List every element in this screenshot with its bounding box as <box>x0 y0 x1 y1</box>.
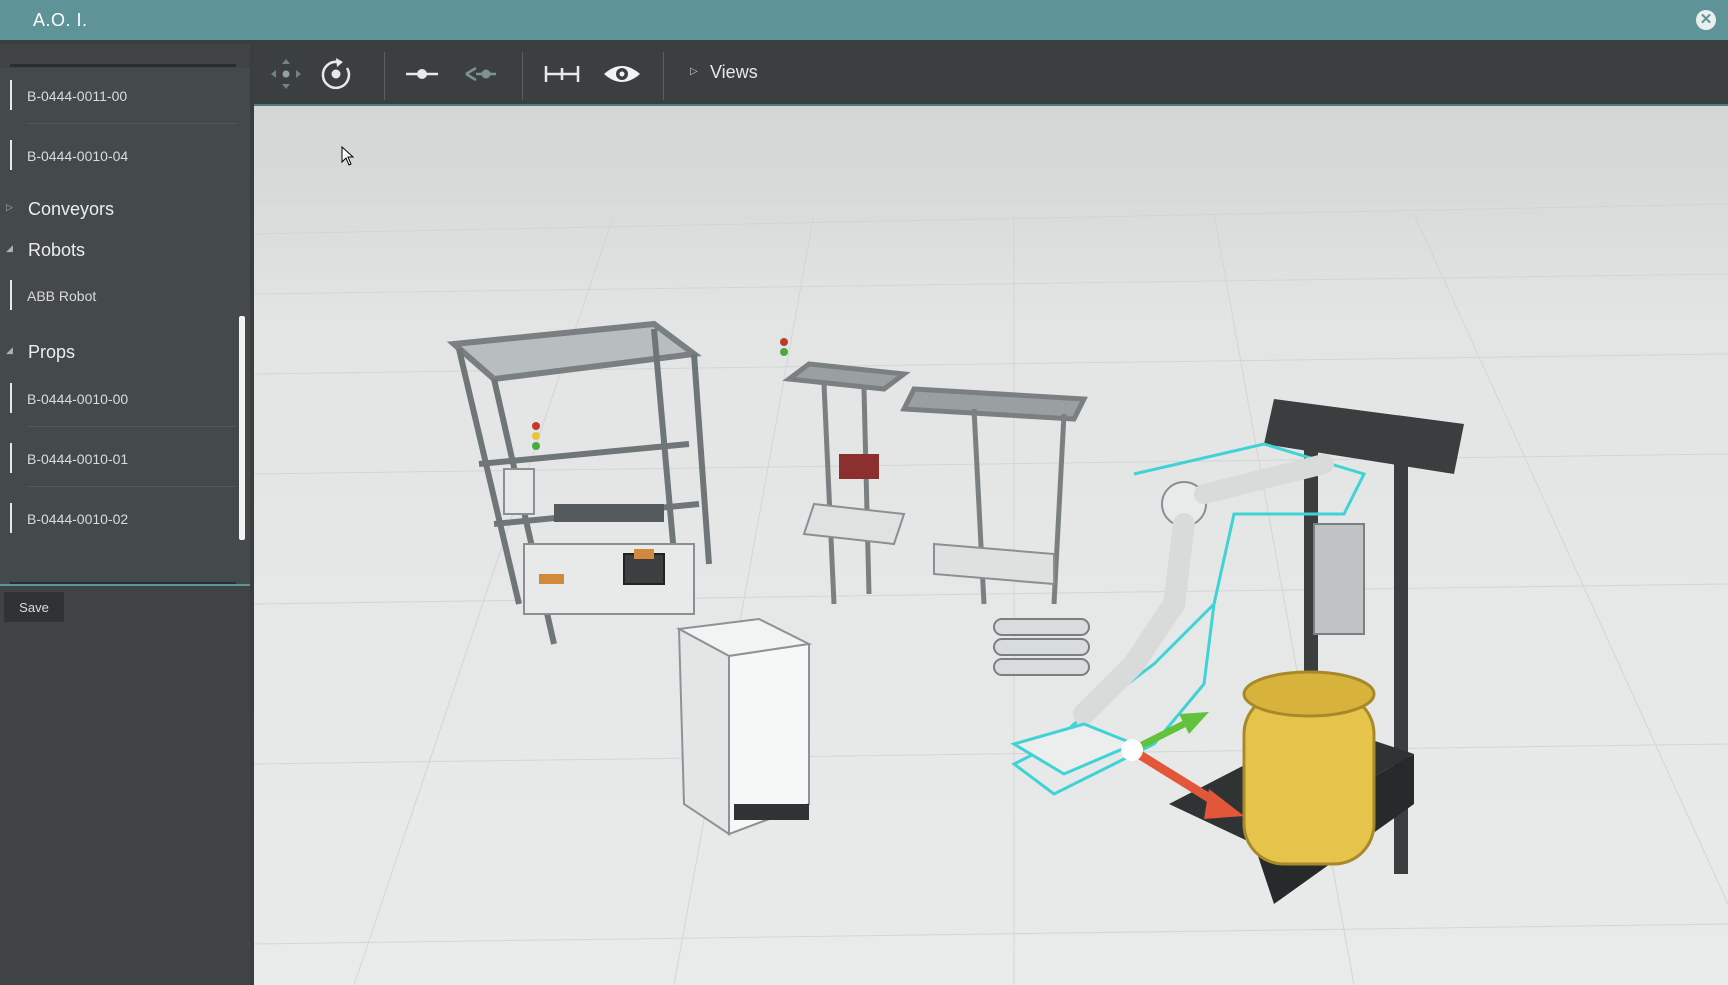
scene-render <box>254 203 1728 985</box>
category-label: Conveyors <box>28 199 115 219</box>
move-icon[interactable] <box>264 54 308 94</box>
list-item-label: ABB Robot <box>27 288 97 304</box>
chevron-down-icon: ◢ <box>6 345 13 355</box>
snap-point-icon[interactable] <box>400 54 444 94</box>
category-label: Props <box>28 342 76 362</box>
toolbar: ▷ Views <box>254 44 1728 106</box>
snap-edge-icon[interactable] <box>458 54 502 94</box>
list-item[interactable]: B-0444-0011-00 <box>10 68 236 124</box>
3d-viewport[interactable] <box>254 44 1728 985</box>
category-conveyors[interactable]: ▷ Conveyors <box>0 190 240 226</box>
chevron-down-icon: ◢ <box>6 243 13 253</box>
save-button[interactable]: Save <box>4 592 64 622</box>
eye-icon[interactable] <box>600 54 644 94</box>
category-props[interactable]: ◢ Props <box>0 333 240 369</box>
list-item-label: B-0444-0010-01 <box>27 451 129 467</box>
floor-grid <box>254 203 1728 985</box>
views-menu[interactable]: Views <box>710 62 758 83</box>
list-item-label: B-0444-0010-00 <box>27 391 129 407</box>
close-icon[interactable]: ✕ <box>1696 10 1716 30</box>
category-robots[interactable]: ◢ Robots <box>0 231 240 267</box>
list-item[interactable]: B-0444-0010-01 <box>10 431 236 487</box>
rotate-icon[interactable] <box>314 54 358 94</box>
scene-tree: B-0444-0011-00 B-0444-0010-04 ▷ Conveyor… <box>0 68 250 584</box>
list-item-label: B-0444-0010-04 <box>27 148 129 164</box>
list-item-label: B-0444-0011-00 <box>27 88 128 104</box>
list-item[interactable]: B-0444-0010-04 <box>10 128 236 184</box>
measure-icon[interactable] <box>540 54 584 94</box>
category-label: Robots <box>28 240 86 260</box>
scrollbar-thumb[interactable] <box>239 316 245 540</box>
list-item[interactable]: B-0444-0010-00 <box>10 371 236 427</box>
sidebar: B-0444-0011-00 B-0444-0010-04 ▷ Conveyor… <box>0 44 250 985</box>
workstation-center <box>780 338 1090 676</box>
chevron-right-icon: ▷ <box>6 202 13 212</box>
app-title: A.O. I. <box>33 10 88 30</box>
workstation-left <box>446 320 712 645</box>
white-cart <box>675 617 813 836</box>
list-item[interactable]: ABB Robot <box>10 268 236 324</box>
list-item[interactable]: B-0444-0010-02 <box>10 491 236 547</box>
mouse-cursor-icon <box>341 146 355 166</box>
chevron-right-icon[interactable]: ▷ <box>690 66 698 77</box>
list-item-label: B-0444-0010-02 <box>27 511 129 527</box>
title-bar: A.O. I. ✕ <box>0 0 1728 40</box>
